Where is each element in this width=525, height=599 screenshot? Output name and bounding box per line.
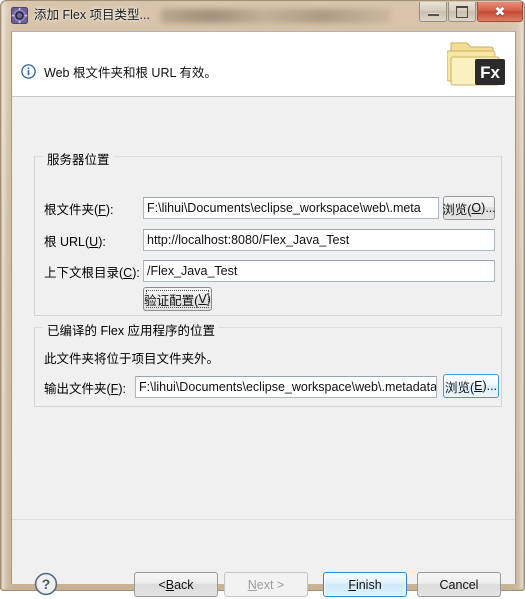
next-button: Next > — [224, 572, 308, 597]
help-question-icon[interactable]: ? — [34, 572, 58, 596]
server-location-group-title: 服务器位置 — [43, 149, 114, 168]
root-url-label: 根 URL(U): — [44, 235, 106, 249]
window-controls: ✖ — [418, 2, 523, 24]
output-folder-browse-button[interactable]: 浏览(E)... — [443, 374, 499, 398]
close-button[interactable]: ✖ — [477, 2, 523, 22]
dialog-window: 添加 Flex 项目类型... ✖ Web 根文件夹和根 URL 有效。 Fx … — [0, 0, 525, 597]
root-url-input[interactable]: http://localhost:8080/Flex_Java_Test — [143, 229, 495, 251]
output-location-description: 此文件夹将位于项目文件夹外。 — [44, 352, 220, 366]
output-folder-label: 输出文件夹(F): — [44, 382, 126, 396]
title-bar-blurred-region — [161, 9, 391, 23]
root-folder-label: 根文件夹(F): — [44, 203, 114, 217]
output-location-group-title: 已编译的 Flex 应用程序的位置 — [43, 320, 220, 339]
minimize-icon — [420, 2, 446, 21]
cancel-button[interactable]: Cancel — [417, 572, 501, 597]
banner-message: Web 根文件夹和根 URL 有效。 — [44, 65, 217, 80]
context-root-input[interactable]: /Flex_Java_Test — [143, 260, 495, 282]
validate-configuration-button[interactable]: 验证配置(V) — [143, 287, 212, 311]
finish-button[interactable]: Finish — [323, 572, 407, 597]
banner-message-row: Web 根文件夹和根 URL 有效。 — [21, 63, 217, 80]
folder-fx-icon: Fx — [446, 37, 507, 89]
minimize-button[interactable] — [419, 2, 447, 22]
maximize-button[interactable] — [448, 2, 476, 22]
svg-text:?: ? — [42, 576, 51, 592]
output-folder-input[interactable]: F:\lihui\Documents\eclipse_workspace\web… — [135, 376, 437, 398]
svg-text:Fx: Fx — [480, 63, 500, 82]
back-button[interactable]: < Back — [134, 572, 218, 597]
close-icon: ✖ — [494, 3, 506, 19]
flex-builder-icon — [11, 7, 28, 24]
root-folder-browse-button[interactable]: 浏览(O)... — [442, 196, 496, 220]
info-icon — [21, 63, 36, 79]
title-bar: 添加 Flex 项目类型... ✖ — [1, 1, 525, 31]
maximize-icon — [449, 2, 475, 21]
window-title: 添加 Flex 项目类型... — [34, 8, 150, 22]
wizard-banner: Web 根文件夹和根 URL 有效。 Fx — [12, 32, 515, 97]
context-root-label: 上下文根目录(C): — [44, 266, 140, 280]
dialog-client-area: Web 根文件夹和根 URL 有效。 Fx 服务器位置 根文件夹(F): F:\… — [11, 31, 516, 597]
root-folder-input[interactable]: F:\lihui\Documents\eclipse_workspace\web… — [143, 197, 439, 219]
